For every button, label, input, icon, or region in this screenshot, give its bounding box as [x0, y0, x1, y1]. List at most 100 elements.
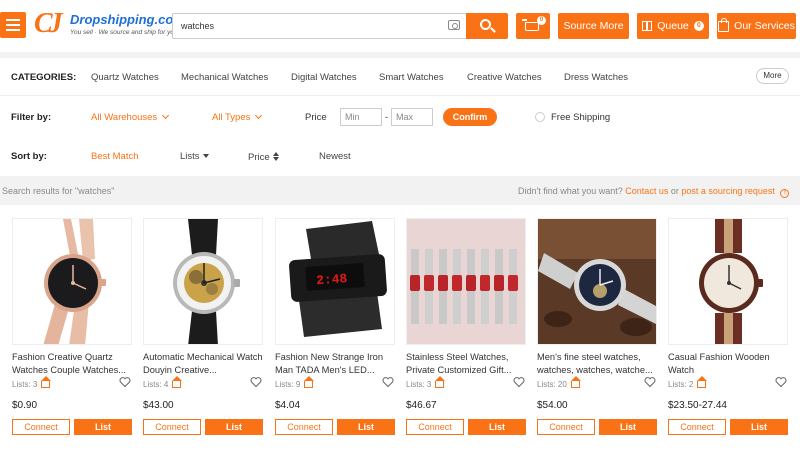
chevron-down-icon: [255, 111, 263, 120]
price-min-input[interactable]: Min: [340, 108, 382, 126]
product-title[interactable]: Stainless Steel Watches, Private Customi…: [406, 351, 526, 377]
category-creative[interactable]: Creative Watches: [467, 72, 542, 83]
logo-tagline: You sell · We source and ship for you!: [70, 29, 180, 36]
product-card[interactable]: Men's fine steel watches, watches, watch…: [537, 218, 657, 443]
cart-count-badge: 0: [537, 16, 546, 25]
shopping-bag-icon: [718, 17, 730, 32]
warehouse-icon: [570, 376, 581, 388]
category-smart[interactable]: Smart Watches: [379, 72, 444, 83]
categories-more-button[interactable]: More: [756, 68, 789, 84]
product-lists-text: Lists: 3: [406, 380, 432, 389]
sort-price-label: Price: [248, 152, 270, 163]
product-card[interactable]: 2:48 Fashion New Strange Iron Man TADA M…: [275, 218, 395, 443]
cart-icon: [522, 19, 539, 31]
product-image[interactable]: [143, 218, 263, 345]
warehouse-dropdown[interactable]: All Warehouses: [91, 111, 170, 123]
product-card[interactable]: Fashion Creative Quartz Watches Couple W…: [12, 218, 132, 443]
contact-us-link[interactable]: Contact us: [625, 186, 668, 196]
list-button[interactable]: List: [599, 419, 657, 435]
sort-lists-label: Lists: [180, 151, 200, 162]
product-title[interactable]: Men's fine steel watches, watches, watch…: [537, 351, 657, 377]
product-card[interactable]: Stainless Steel Watches, Private Customi…: [406, 218, 526, 443]
category-mechanical[interactable]: Mechanical Watches: [181, 72, 268, 83]
product-price: $0.90: [12, 400, 38, 411]
cart-button[interactable]: 0: [516, 13, 550, 39]
product-image[interactable]: [668, 218, 788, 345]
source-more-button[interactable]: Source More: [558, 13, 629, 39]
camera-icon[interactable]: [448, 20, 460, 30]
warehouse-icon: [304, 376, 315, 388]
list-button[interactable]: List: [337, 419, 395, 435]
product-image[interactable]: [12, 218, 132, 345]
svg-text:2:48: 2:48: [316, 271, 348, 288]
product-image[interactable]: [406, 218, 526, 345]
menu-button[interactable]: [0, 12, 26, 38]
categories-label: CATEGORIES:: [11, 72, 77, 83]
confirm-button[interactable]: Confirm: [443, 108, 497, 126]
sort-newest[interactable]: Newest: [319, 151, 351, 162]
sort-price[interactable]: Price: [248, 151, 280, 163]
sort-best-match[interactable]: Best Match: [91, 151, 139, 162]
categories-row: CATEGORIES: Quartz Watches Mechanical Wa…: [0, 58, 800, 96]
sourcing-request-link[interactable]: post a sourcing request: [681, 186, 775, 196]
product-image[interactable]: 2:48: [275, 218, 395, 345]
filter-label: Filter by:: [11, 112, 52, 123]
heart-icon[interactable]: [250, 376, 262, 388]
list-button[interactable]: List: [730, 419, 788, 435]
list-button[interactable]: List: [468, 419, 526, 435]
product-title[interactable]: Automatic Mechanical Watch Douyin Creati…: [143, 351, 263, 377]
list-button[interactable]: List: [205, 419, 263, 435]
heart-icon[interactable]: [775, 376, 787, 388]
product-lists-text: Lists: 20: [537, 380, 567, 389]
category-quartz[interactable]: Quartz Watches: [91, 72, 159, 83]
type-dropdown[interactable]: All Types: [212, 111, 263, 123]
filter-panel: CATEGORIES: Quartz Watches Mechanical Wa…: [0, 58, 800, 176]
logo[interactable]: CJ Dropshipping.com You sell · We source…: [34, 8, 185, 40]
queue-button[interactable]: Queue 0: [637, 13, 709, 39]
product-lists-count: Lists: 20: [537, 376, 581, 389]
product-card[interactable]: Automatic Mechanical Watch Douyin Creati…: [143, 218, 263, 443]
product-title[interactable]: Fashion Creative Quartz Watches Couple W…: [12, 351, 132, 377]
heart-icon[interactable]: [382, 376, 394, 388]
connect-button[interactable]: Connect: [668, 419, 726, 435]
connect-button[interactable]: Connect: [406, 419, 464, 435]
heart-icon[interactable]: [119, 376, 131, 388]
product-lists-text: Lists: 9: [275, 380, 301, 389]
search-box: [172, 13, 466, 39]
queue-count-badge: 0: [693, 21, 704, 31]
connect-button[interactable]: Connect: [275, 419, 333, 435]
list-button[interactable]: List: [74, 419, 132, 435]
sort-lists[interactable]: Lists: [180, 151, 209, 162]
sort-label: Sort by:: [11, 151, 47, 162]
product-card[interactable]: Casual Fashion Wooden Watch Lists: 2 $23…: [668, 218, 788, 443]
search-icon-handle: [490, 27, 496, 33]
sourcing-prompt: Didn't find what you want? Contact us or…: [518, 186, 790, 198]
search-input[interactable]: [173, 14, 433, 38]
product-image[interactable]: [537, 218, 657, 345]
product-title[interactable]: Fashion New Strange Iron Man TADA Men's …: [275, 351, 395, 377]
product-lists-text: Lists: 3: [12, 380, 38, 389]
search-button[interactable]: [466, 13, 508, 39]
product-title[interactable]: Casual Fashion Wooden Watch: [668, 351, 788, 377]
our-services-button[interactable]: Our Services: [717, 13, 796, 39]
category-dress[interactable]: Dress Watches: [564, 72, 628, 83]
connect-button[interactable]: Connect: [12, 419, 70, 435]
or-text: or: [670, 186, 679, 196]
heart-icon[interactable]: [644, 376, 656, 388]
queue-icon: [642, 21, 653, 31]
top-bar: CJ Dropshipping.com You sell · We source…: [0, 0, 800, 52]
warehouse-dropdown-label: All Warehouses: [91, 112, 158, 123]
price-max-input[interactable]: Max: [391, 108, 433, 126]
heart-icon[interactable]: [513, 376, 525, 388]
menu-icon-line: [6, 24, 20, 26]
logo-mark: CJ: [34, 8, 63, 39]
connect-button[interactable]: Connect: [537, 419, 595, 435]
connect-button[interactable]: Connect: [143, 419, 201, 435]
menu-icon-line: [6, 29, 20, 31]
free-shipping-radio[interactable]: [535, 112, 545, 122]
queue-label: Queue: [657, 20, 689, 32]
category-digital[interactable]: Digital Watches: [291, 72, 357, 83]
price-label: Price: [305, 112, 327, 123]
price-range-dash: -: [385, 112, 389, 123]
info-icon: !: [780, 189, 790, 198]
